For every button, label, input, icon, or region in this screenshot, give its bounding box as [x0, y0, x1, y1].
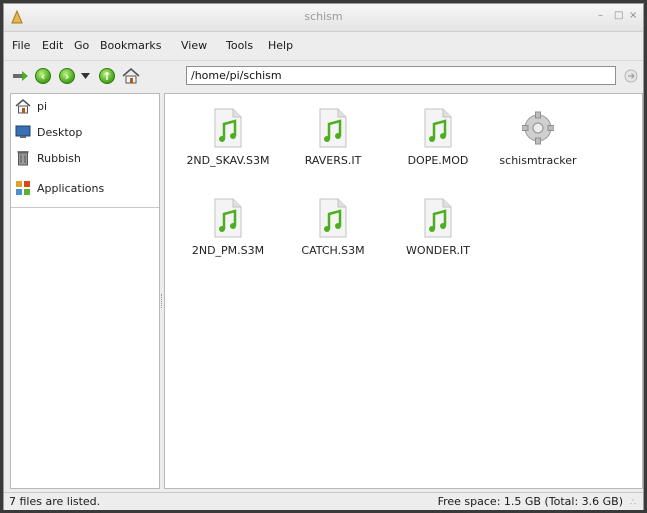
file-name: 2ND_PM.S3M	[191, 244, 265, 257]
file-item[interactable]: schismtracker	[483, 108, 593, 168]
go-button[interactable]	[622, 66, 640, 86]
file-name: schismtracker	[499, 154, 577, 167]
file-item[interactable]: WONDER.IT	[388, 198, 488, 258]
audio-file-icon	[422, 108, 454, 148]
sidebar-item-applications[interactable]: Applications	[14, 178, 104, 198]
resize-grip-icon[interactable]: ∴	[630, 498, 640, 508]
sidebar-item-label: Applications	[37, 181, 105, 195]
file-name: 2ND_SKAV.S3M	[186, 154, 270, 167]
audio-file-icon	[212, 108, 244, 148]
sidebar-item-desktop[interactable]: Desktop	[14, 122, 82, 142]
forward-icon: ›	[59, 68, 75, 84]
chevron-down-icon	[80, 73, 90, 79]
go-arrow-icon	[624, 69, 638, 83]
home-icon	[14, 97, 32, 115]
menu-edit[interactable]: Edit	[42, 39, 63, 52]
up-arrow-icon: ↑	[99, 68, 115, 84]
new-tab-button[interactable]	[10, 66, 32, 86]
up-button[interactable]: ↑	[96, 66, 118, 86]
menu-tools[interactable]: Tools	[226, 39, 253, 52]
status-bar: 7 files are listed. Free space: 1.5 GB (…	[4, 492, 643, 510]
sidebar-divider	[11, 207, 159, 208]
forward-button[interactable]: ›	[56, 66, 78, 86]
executable-gear-icon	[521, 108, 555, 148]
sidebar-item-pi[interactable]: pi	[14, 96, 47, 116]
applications-icon	[14, 179, 32, 197]
file-name: WONDER.IT	[406, 244, 470, 257]
file-list-view: 2ND_SKAV.S3M RAVERS.IT DOPE.MOD schismtr…	[164, 93, 643, 489]
toolbar: ‹ › ↑ /home/pi/schism	[4, 60, 643, 91]
sidebar-item-label: pi	[37, 99, 48, 113]
desktop-icon	[14, 123, 32, 141]
arrow-right-icon	[13, 71, 28, 81]
audio-file-icon	[317, 108, 349, 148]
file-item[interactable]: DOPE.MOD	[388, 108, 488, 168]
title-bar[interactable]: schism – □ ×	[4, 4, 643, 32]
home-icon	[122, 68, 140, 84]
audio-file-icon	[317, 198, 349, 238]
file-item[interactable]: RAVERS.IT	[283, 108, 383, 168]
file-name: RAVERS.IT	[304, 154, 362, 167]
menu-help[interactable]: Help	[268, 39, 293, 52]
window-title: schism	[304, 10, 343, 23]
file-name: CATCH.S3M	[301, 244, 365, 257]
places-sidebar: pi Desktop Rubbish Applications	[10, 93, 160, 489]
file-item[interactable]: CATCH.S3M	[283, 198, 383, 258]
sidebar-item-rubbish[interactable]: Rubbish	[14, 148, 81, 168]
trash-icon	[14, 149, 32, 167]
sidebar-item-label: Desktop	[37, 125, 83, 139]
menu-bar: File Edit Go Bookmarks View Tools Help	[4, 32, 643, 58]
file-item[interactable]: 2ND_SKAV.S3M	[178, 108, 278, 168]
path-input[interactable]: /home/pi/schism	[186, 66, 616, 85]
minimize-button[interactable]: –	[598, 10, 603, 21]
home-button[interactable]	[120, 66, 142, 86]
audio-file-icon	[422, 198, 454, 238]
file-count-status: 7 files are listed.	[9, 495, 101, 508]
close-button[interactable]: ×	[629, 10, 637, 21]
audio-file-icon	[212, 198, 244, 238]
back-icon: ‹	[35, 68, 51, 84]
file-item[interactable]: 2ND_PM.S3M	[178, 198, 278, 258]
history-dropdown-button[interactable]	[78, 66, 92, 86]
menu-view[interactable]: View	[181, 39, 207, 52]
maximize-button[interactable]: □	[614, 10, 623, 21]
file-name: DOPE.MOD	[407, 154, 469, 167]
sidebar-item-label: Rubbish	[37, 151, 81, 165]
free-space-status: Free space: 1.5 GB (Total: 3.6 GB)	[437, 495, 623, 508]
back-button[interactable]: ‹	[32, 66, 54, 86]
file-manager-window: schism – □ × File Edit Go Bookmarks View…	[3, 3, 644, 510]
menu-go[interactable]: Go	[74, 39, 89, 52]
menu-bookmarks[interactable]: Bookmarks	[100, 39, 161, 52]
menu-file[interactable]: File	[12, 39, 30, 52]
